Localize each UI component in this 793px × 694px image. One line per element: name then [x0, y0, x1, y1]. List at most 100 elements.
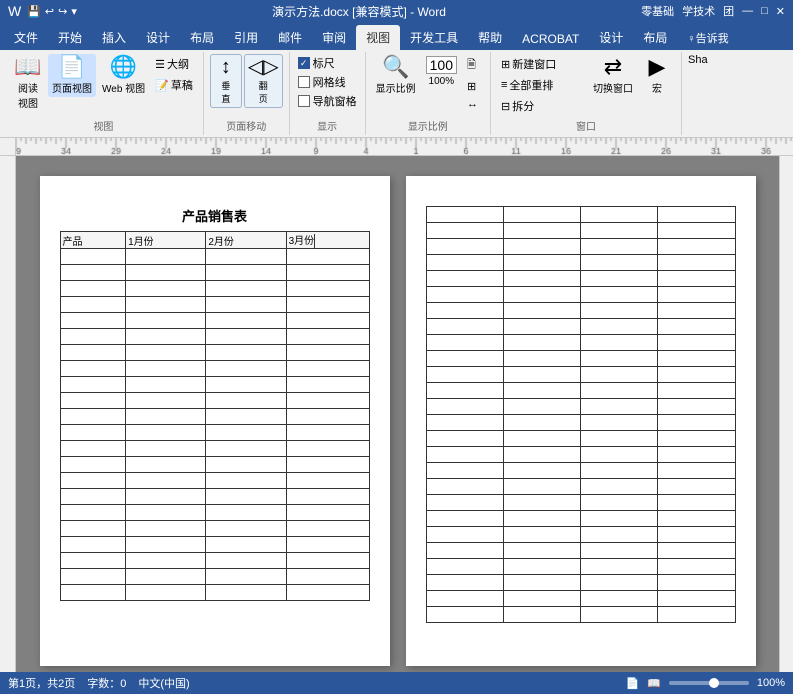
tab-review[interactable]: 审阅 — [312, 25, 356, 50]
checkbox-column: ✓ 标尺 网格线 导航窗格 — [296, 54, 359, 110]
multi-page-button[interactable]: ⊞ — [463, 78, 484, 95]
tab-developer[interactable]: 开发工具 — [400, 25, 468, 50]
group-icon[interactable]: 团 — [723, 3, 734, 19]
blank-cell — [426, 575, 503, 591]
blank-cell — [503, 207, 580, 223]
show-options: ✓ 标尺 网格线 导航窗格 — [296, 54, 359, 116]
tab-file[interactable]: 文件 — [4, 25, 48, 50]
table-cell — [60, 441, 126, 457]
tech-link[interactable]: 学技术 — [682, 3, 715, 19]
title-bar: W 💾 ↩ ↪ ▾ 演示方法.docx [兼容模式] - Word 零基础 学技… — [0, 0, 793, 22]
ruler-checkbox[interactable]: ✓ 标尺 — [296, 54, 359, 72]
table-header-row: 产品 1月份 2月份 3月份 — [60, 232, 369, 249]
blank-cell — [658, 479, 735, 495]
maximize-btn[interactable]: □ — [761, 5, 768, 17]
table-cell — [286, 457, 369, 473]
table-cell — [60, 297, 126, 313]
blank-cell — [581, 287, 658, 303]
blank-cell — [581, 559, 658, 575]
layout-view-icon[interactable]: 📄 — [625, 677, 639, 690]
navigation-pane-checkbox[interactable]: 导航窗格 — [296, 92, 359, 110]
table-row — [60, 393, 369, 409]
blank-cell — [658, 463, 735, 479]
page-flip-label: 翻页 — [259, 79, 268, 105]
arrange-all-button[interactable]: ≡ 全部重排 — [497, 75, 587, 95]
zoom-button[interactable]: 🔍 显示比例 — [372, 54, 420, 97]
table-cell — [60, 521, 126, 537]
close-btn[interactable]: ✕ — [776, 5, 785, 18]
one-page-button[interactable]: 🗎 — [463, 54, 484, 77]
zero-basics-link[interactable]: 零基础 — [641, 3, 674, 19]
zoom-slider[interactable] — [669, 681, 749, 685]
blank-cell — [658, 383, 735, 399]
redo-icon[interactable]: ↪ — [58, 5, 67, 18]
table-cell — [60, 489, 126, 505]
blank-cell — [658, 607, 735, 623]
blank-row — [426, 271, 735, 287]
text-cursor — [314, 234, 315, 248]
tab-design2[interactable]: 设计 — [589, 25, 633, 50]
title-bar-left: W 💾 ↩ ↪ ▾ — [8, 3, 77, 19]
new-window-button[interactable]: ⊞ 新建窗口 — [497, 54, 587, 74]
blank-row — [426, 351, 735, 367]
tab-design[interactable]: 设计 — [136, 25, 180, 50]
ribbon-group-show: ✓ 标尺 网格线 导航窗格 显示 — [290, 52, 366, 135]
tab-layout[interactable]: 布局 — [180, 25, 224, 50]
tab-insert[interactable]: 插入 — [92, 25, 136, 50]
tab-layout2[interactable]: 布局 — [633, 25, 677, 50]
blank-row — [426, 495, 735, 511]
tab-acrobat[interactable]: ACROBAT — [512, 28, 589, 50]
read-view-button[interactable]: 📖 阅读视图 — [10, 54, 46, 112]
table-row — [60, 281, 369, 297]
switch-window-label: 切换窗口 — [593, 80, 633, 95]
table-row — [60, 505, 369, 521]
table-cell — [126, 377, 206, 393]
table-cell — [206, 249, 286, 265]
table-row — [60, 521, 369, 537]
tab-tell-me[interactable]: ♀告诉我 — [677, 26, 738, 50]
save-icon[interactable]: 💾 — [27, 5, 41, 18]
draft-view-button[interactable]: 📝 草稿 — [151, 75, 197, 95]
switch-window-button[interactable]: ⇄ 切换窗口 — [589, 54, 637, 97]
page-flip-button[interactable]: ◁▷ 翻页 — [244, 54, 283, 108]
blank-row — [426, 591, 735, 607]
zoom-100-button[interactable]: 100 100% — [422, 54, 461, 89]
outline-view-button[interactable]: ☰ 大纲 — [151, 54, 197, 74]
tab-mailings[interactable]: 邮件 — [268, 25, 312, 50]
read-view-status-icon[interactable]: 📖 — [647, 677, 661, 690]
blank-row — [426, 319, 735, 335]
table-cell — [126, 425, 206, 441]
other-view-buttons: ☰ 大纲 📝 草稿 — [151, 54, 197, 95]
page-width-button[interactable]: ↔ — [463, 96, 484, 112]
table-cell — [60, 553, 126, 569]
pages-container[interactable]: 产品销售表 产品 1月份 2月份 3月份 — [16, 156, 779, 672]
split-button[interactable]: ⊟ 拆分 — [497, 96, 587, 116]
blank-cell — [581, 207, 658, 223]
vertical-scrollbar[interactable] — [779, 156, 793, 672]
sales-table: 产品 1月份 2月份 3月份 — [60, 231, 370, 601]
blank-cell — [503, 383, 580, 399]
gridlines-checkbox[interactable]: 网格线 — [296, 73, 359, 91]
table-row — [60, 329, 369, 345]
undo-icon[interactable]: ↩ — [45, 5, 54, 18]
blank-row — [426, 607, 735, 623]
minimize-btn[interactable]: — — [742, 5, 753, 17]
blank-row — [426, 255, 735, 271]
web-view-button[interactable]: 🌐 Web 视图 — [98, 54, 149, 97]
tab-help[interactable]: 帮助 — [468, 25, 512, 50]
blank-cell — [581, 511, 658, 527]
language: 中文(中国) — [138, 675, 189, 691]
blank-cell — [503, 223, 580, 239]
table-cell — [60, 569, 126, 585]
ruler-check-box: ✓ — [298, 57, 310, 69]
blank-cell — [658, 223, 735, 239]
blank-cell — [426, 543, 503, 559]
table-cell — [60, 393, 126, 409]
tab-references[interactable]: 引用 — [224, 25, 268, 50]
page-view-button[interactable]: 📄 页面视图 — [48, 54, 96, 97]
tab-home[interactable]: 开始 — [48, 25, 92, 50]
tab-view[interactable]: 视图 — [356, 25, 400, 50]
vertical-scroll-icon: ↕ — [221, 57, 231, 77]
vertical-button[interactable]: ↕ 垂直 — [210, 54, 242, 108]
macro-button[interactable]: ▶ 宏 — [639, 54, 675, 97]
